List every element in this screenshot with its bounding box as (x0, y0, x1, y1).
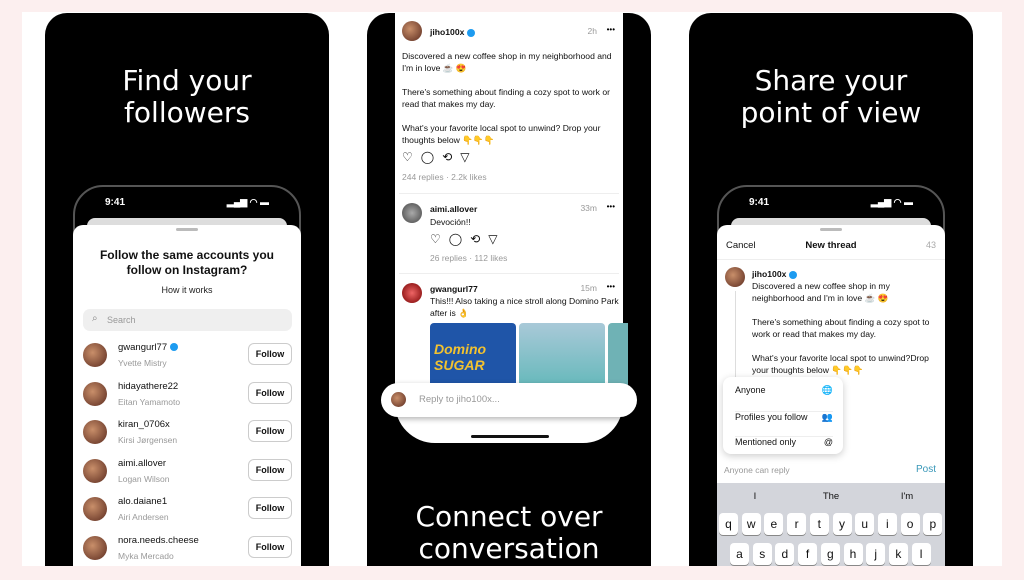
verified-icon (789, 270, 798, 279)
account-name: Airi Andersen (118, 512, 169, 523)
status-time: 9:41 (105, 197, 126, 208)
sheet-title: New thread (805, 240, 857, 251)
sheet-heading: Follow the same accounts you follow on In… (99, 248, 275, 277)
panel-caption: Connect over conversation (415, 500, 603, 565)
panel-title: Find your followers (122, 64, 252, 129)
reply-setting-button[interactable]: Anyone can reply (724, 465, 790, 475)
key-y[interactable]: y (832, 513, 852, 535)
search-input[interactable]: ⌕ Search (83, 309, 292, 331)
key-q[interactable]: q (719, 513, 738, 535)
avatar[interactable] (83, 381, 107, 406)
key-t[interactable]: t (809, 513, 829, 535)
key-a[interactable]: a (730, 543, 749, 565)
status-icons: ▂▄▆ ◠ ▬ (870, 197, 913, 207)
key-d[interactable]: d (775, 543, 795, 565)
avatar[interactable] (83, 536, 107, 560)
suggestion[interactable]: I (717, 491, 793, 502)
key-w[interactable]: w (741, 513, 761, 535)
search-icon: ⌕ (92, 313, 98, 324)
account-name: Kirsi Jørgensen (118, 435, 178, 446)
suggestion[interactable]: I'm (869, 491, 945, 502)
menu-item-profiles-you-follow[interactable]: Profiles you follow 👥 (735, 410, 833, 422)
avatar[interactable] (83, 458, 107, 483)
panel-conversation: jiho100x 2h ••• Discovered a new coffee … (367, 13, 651, 566)
reply-input[interactable]: Reply to jiho100x... (381, 383, 637, 417)
key-g[interactable]: g (820, 543, 840, 565)
menu-item-mentioned-only[interactable]: Mentioned only @ (735, 436, 833, 447)
panel-title: Share your point of view (740, 64, 922, 129)
more-icon[interactable]: ••• (607, 282, 615, 291)
post-actions[interactable]: ♡◯⟲▽ (402, 150, 477, 164)
sheet-handle[interactable] (176, 228, 198, 231)
post-actions[interactable]: ♡◯⟲▽ (430, 232, 505, 246)
new-thread-sheet: Cancel New thread 43 jiho100x Discovered… (717, 225, 945, 566)
avatar[interactable] (83, 420, 107, 445)
key-l[interactable]: l (911, 543, 931, 565)
account-username[interactable]: aimi.allover (118, 458, 166, 469)
feed-screen: jiho100x 2h ••• Discovered a new coffee … (395, 13, 628, 443)
account-row: gwangurl77 Yvette Mistry Follow (83, 342, 293, 368)
account-username[interactable]: nora.needs.cheese (118, 535, 199, 546)
status-time: 9:41 (749, 197, 770, 208)
panel-share-view: Share your point of view 9:41 ▂▄▆ ◠ ▬ Can… (689, 13, 973, 566)
at-icon: @ (823, 437, 833, 447)
key-o[interactable]: o (900, 513, 920, 535)
panel-find-followers: Find your followers 9:41 ▂▄▆ ◠ ▬ Follow t… (45, 13, 329, 566)
account-name: Logan Wilson (118, 473, 170, 484)
follow-sheet: Follow the same accounts you follow on In… (73, 225, 301, 566)
account-name: Myka Mercado (118, 551, 174, 561)
how-it-works-link[interactable]: How it works (73, 285, 301, 295)
key-s[interactable]: s (752, 543, 772, 565)
verified-icon (467, 28, 476, 37)
menu-item-anyone[interactable]: Anyone 🌐 (735, 385, 833, 395)
key-u[interactable]: u (855, 513, 875, 535)
reply-permission-menu: Anyone 🌐 Profiles you follow 👥 Mentioned onl… (723, 377, 843, 454)
account-username[interactable]: alo.daiane1 (118, 496, 167, 507)
post-button[interactable]: Post (916, 464, 936, 475)
follow-button[interactable]: Follow (248, 343, 292, 365)
keyboard: I The I'm q w e r t y u i o p a s d f g h j k l (717, 483, 945, 566)
verified-icon (170, 343, 179, 352)
status-icons: ▂▄▆ ◠ ▬ (226, 197, 269, 207)
phone-frame: 9:41 ▂▄▆ ◠ ▬ Follow the same accounts yo… (73, 185, 301, 566)
more-icon[interactable]: ••• (607, 25, 615, 34)
account-username[interactable]: kiran_0706x (118, 419, 170, 430)
char-count: 43 (925, 240, 936, 250)
avatar[interactable] (83, 343, 107, 367)
account-row: hidayathere22 Eitan Yamamoto Follow (83, 381, 293, 407)
account-row: kiran_0706x Kirsi Jørgensen Follow (83, 419, 293, 446)
post-username[interactable]: jiho100x (430, 26, 476, 38)
account-row: aimi.allover Logan Wilson Follow (83, 458, 293, 484)
suggestion[interactable]: The (793, 491, 869, 502)
key-f[interactable]: f (798, 543, 818, 565)
follow-button[interactable]: Follow (248, 381, 292, 404)
post-username: jiho100x (752, 268, 798, 280)
account-username[interactable]: hidayathere22 (118, 381, 178, 392)
account-username[interactable]: gwangurl77 (118, 342, 179, 353)
account-name: Eitan Yamamoto (118, 396, 181, 407)
key-e[interactable]: e (764, 513, 784, 535)
people-icon: 👥 (821, 411, 833, 422)
thread-textarea[interactable]: Discovered a new coffee shop in my neigh… (752, 280, 942, 376)
account-row: alo.daiane1 Airi Andersen Follow (83, 496, 293, 523)
key-h[interactable]: h (843, 543, 863, 565)
phone-frame: 9:41 ▂▄▆ ◠ ▬ Cancel New thread 43 jiho10… (717, 185, 945, 566)
key-p[interactable]: p (923, 513, 943, 535)
follow-button[interactable]: Follow (248, 420, 292, 443)
globe-icon: 🌐 (821, 385, 833, 395)
follow-button[interactable]: Follow (248, 536, 292, 558)
follow-button[interactable]: Follow (248, 497, 292, 520)
more-icon[interactable]: ••• (607, 202, 615, 211)
key-j[interactable]: j (866, 543, 886, 565)
home-indicator (471, 435, 549, 438)
avatar[interactable] (83, 497, 107, 522)
key-r[interactable]: r (787, 513, 807, 535)
account-name: Yvette Mistry (118, 358, 167, 368)
account-row: nora.needs.cheese Myka Mercado Follow (83, 535, 293, 561)
follow-button[interactable]: Follow (248, 458, 292, 481)
key-i[interactable]: i (877, 513, 897, 535)
key-k[interactable]: k (888, 543, 908, 565)
